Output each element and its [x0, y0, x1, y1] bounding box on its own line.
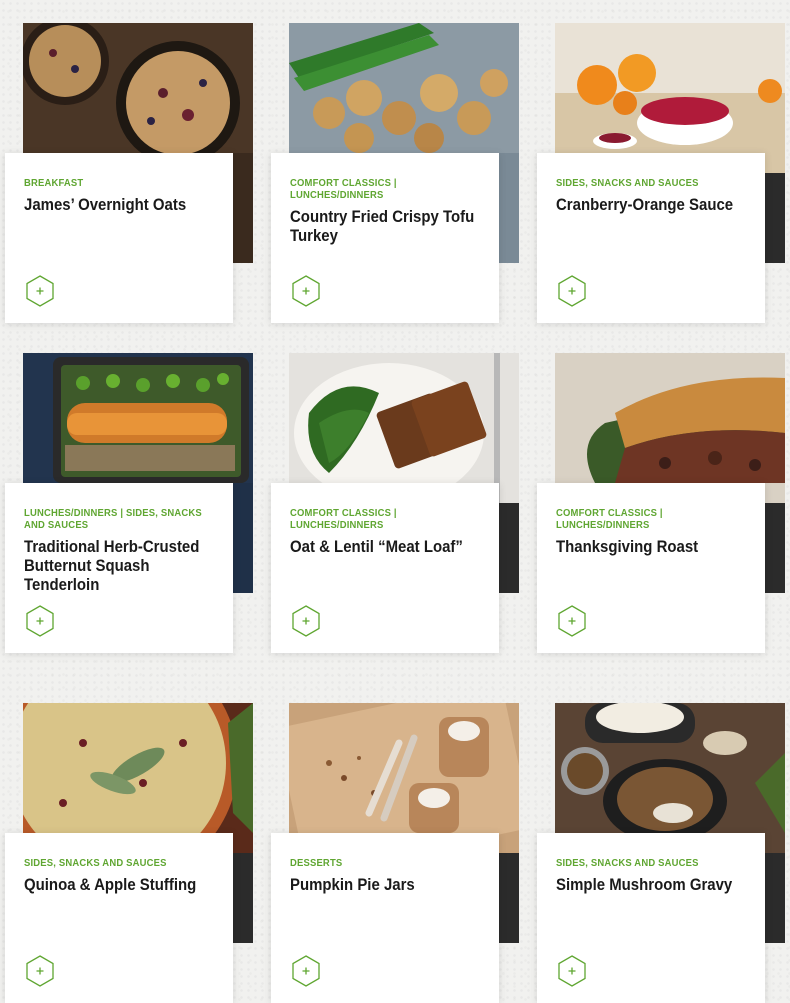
recipe-title[interactable]: James’ Overnight Oats — [24, 195, 218, 214]
recipe-card[interactable]: Sides, Snacks and Sauces Cranberry-Orang… — [537, 23, 785, 323]
recipe-info-panel: Sides, Snacks and Sauces Quinoa & Apple … — [5, 833, 233, 1003]
recipe-info-panel: Comfort Classics | Lunches/Dinners Oat &… — [271, 483, 499, 653]
add-recipe-button[interactable] — [557, 605, 587, 637]
add-recipe-button[interactable] — [557, 275, 587, 307]
recipe-card[interactable]: Breakfast James’ Overnight Oats — [5, 23, 253, 323]
add-recipe-button[interactable] — [291, 275, 321, 307]
recipe-category[interactable]: Comfort Classics | Lunches/Dinners — [290, 507, 470, 531]
plus-hexagon-icon — [292, 275, 320, 307]
add-recipe-button[interactable] — [25, 605, 55, 637]
plus-hexagon-icon — [558, 955, 586, 987]
recipe-category[interactable]: Comfort Classics | Lunches/Dinners — [290, 177, 470, 201]
recipe-card[interactable]: Desserts Pumpkin Pie Jars — [271, 703, 519, 1003]
recipe-title[interactable]: Simple Mushroom Gravy — [556, 875, 750, 894]
recipe-category[interactable]: Breakfast — [24, 177, 204, 189]
recipe-info-panel: Comfort Classics | Lunches/Dinners Thank… — [537, 483, 765, 653]
add-recipe-button[interactable] — [291, 605, 321, 637]
recipe-title[interactable]: Quinoa & Apple Stuffing — [24, 875, 218, 894]
plus-hexagon-icon — [26, 605, 54, 637]
recipe-info-panel: Lunches/Dinners | Sides, Snacks and Sauc… — [5, 483, 233, 653]
recipe-info-panel: Desserts Pumpkin Pie Jars — [271, 833, 499, 1003]
recipe-info-panel: Sides, Snacks and Sauces Cranberry-Orang… — [537, 153, 765, 323]
recipe-title[interactable]: Country Fried Crispy Tofu Turkey — [290, 207, 484, 245]
recipe-title[interactable]: Pumpkin Pie Jars — [290, 875, 484, 894]
recipe-card[interactable]: Sides, Snacks and Sauces Simple Mushroom… — [537, 703, 785, 1003]
recipe-title[interactable]: Cranberry-Orange Sauce — [556, 195, 750, 214]
recipe-card[interactable]: Comfort Classics | Lunches/Dinners Count… — [271, 23, 519, 323]
recipe-info-panel: Comfort Classics | Lunches/Dinners Count… — [271, 153, 499, 323]
plus-hexagon-icon — [558, 275, 586, 307]
add-recipe-button[interactable] — [25, 955, 55, 987]
recipe-title[interactable]: Thanksgiving Roast — [556, 537, 750, 556]
plus-hexagon-icon — [292, 955, 320, 987]
plus-hexagon-icon — [26, 275, 54, 307]
recipe-category[interactable]: Desserts — [290, 857, 470, 869]
recipe-card[interactable]: Lunches/Dinners | Sides, Snacks and Sauc… — [5, 353, 253, 653]
plus-hexagon-icon — [292, 605, 320, 637]
recipe-info-panel: Sides, Snacks and Sauces Simple Mushroom… — [537, 833, 765, 1003]
recipe-title[interactable]: Oat & Lentil “Meat Loaf” — [290, 537, 484, 556]
recipe-info-panel: Breakfast James’ Overnight Oats — [5, 153, 233, 323]
add-recipe-button[interactable] — [291, 955, 321, 987]
add-recipe-button[interactable] — [557, 955, 587, 987]
recipe-category[interactable]: Sides, Snacks and Sauces — [556, 177, 736, 189]
recipe-card[interactable]: Sides, Snacks and Sauces Quinoa & Apple … — [5, 703, 253, 1003]
recipe-card[interactable]: Comfort Classics | Lunches/Dinners Oat &… — [271, 353, 519, 653]
recipe-card[interactable]: Comfort Classics | Lunches/Dinners Thank… — [537, 353, 785, 653]
add-recipe-button[interactable] — [25, 275, 55, 307]
recipe-category[interactable]: Comfort Classics | Lunches/Dinners — [556, 507, 736, 531]
recipe-category[interactable]: Sides, Snacks and Sauces — [24, 857, 204, 869]
recipe-category[interactable]: Lunches/Dinners | Sides, Snacks and Sauc… — [24, 507, 204, 531]
plus-hexagon-icon — [558, 605, 586, 637]
recipe-category[interactable]: Sides, Snacks and Sauces — [556, 857, 736, 869]
recipe-title[interactable]: Traditional Herb-Crusted Butternut Squas… — [24, 537, 218, 594]
plus-hexagon-icon — [26, 955, 54, 987]
